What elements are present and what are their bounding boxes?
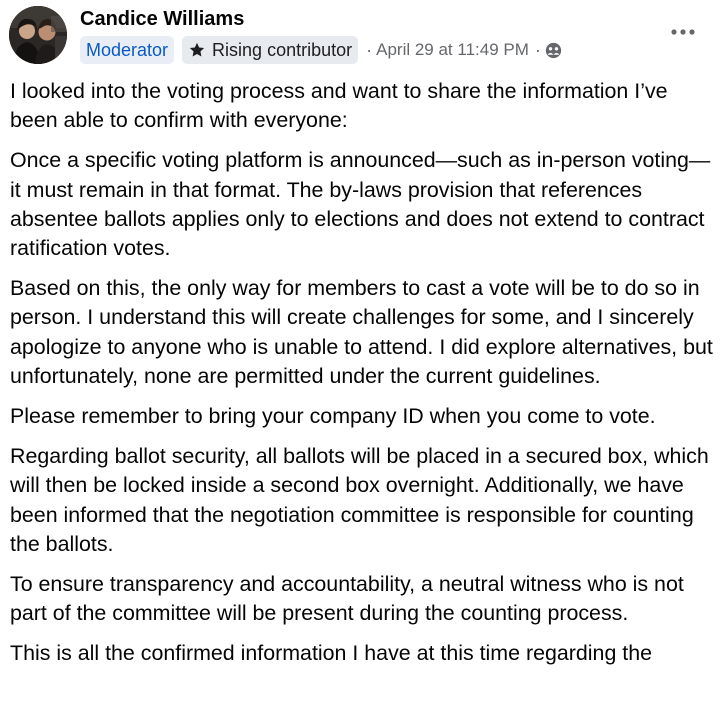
post-paragraph-7: This is all the confirmed information I … — [10, 641, 653, 666]
post-paragraph-5: Regarding ballot security, all ballots w… — [10, 444, 709, 556]
author-name[interactable]: Candice Williams — [80, 8, 244, 31]
star-icon — [188, 41, 206, 59]
meta-separator: · — [366, 39, 373, 60]
post-timestamp[interactable]: April 29 at 11:49 PM — [376, 40, 529, 60]
post-paragraph-3: Based on this, the only way for members … — [10, 276, 713, 388]
author-avatar[interactable] — [9, 6, 67, 64]
rising-contributor-badge[interactable]: Rising contributor — [182, 36, 359, 64]
moderator-badge[interactable]: Moderator — [80, 36, 175, 64]
meta-separator-2: · — [534, 39, 541, 60]
post-body: I looked into the voting process and wan… — [10, 77, 718, 680]
post-paragraph-6: To ensure transparency and accountabilit… — [10, 572, 684, 626]
post-header: Candice Williams Moderator Rising contri… — [0, 0, 723, 72]
post-paragraph-2: Once a specific voting platform is annou… — [10, 148, 711, 261]
profile-photo — [9, 6, 67, 64]
rising-contributor-label: Rising contributor — [212, 40, 353, 60]
post-paragraph-1: I looked into the voting process and wan… — [10, 79, 668, 133]
post-paragraph-4: Please remember to bring your company ID… — [10, 404, 656, 429]
more-options-button[interactable] — [669, 22, 697, 42]
post-meta: Moderator Rising contributor · April 29 … — [80, 36, 562, 64]
group-members-icon[interactable] — [545, 42, 562, 59]
more-options-icon — [671, 29, 695, 35]
